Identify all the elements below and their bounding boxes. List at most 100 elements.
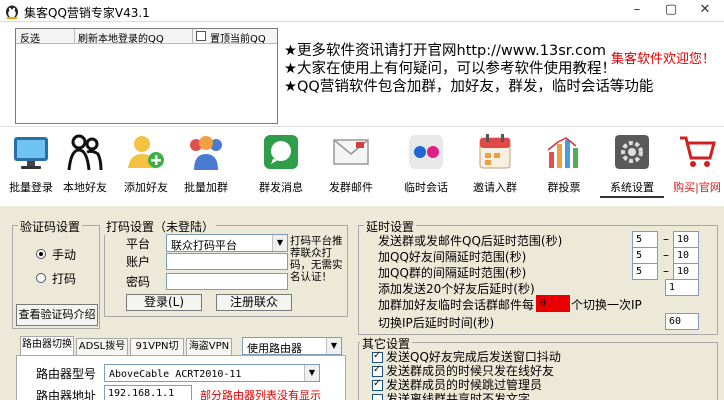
account-input[interactable] xyxy=(166,253,288,270)
network-mode-select[interactable]: 使用路由器 ▼ xyxy=(242,337,342,355)
captcha-manual-label: 手动 xyxy=(52,248,77,262)
captcha-manual-radio[interactable] xyxy=(36,249,46,259)
toolbar-label: 临时会话 xyxy=(404,181,448,194)
toolbar-buy-official-site[interactable]: 购买|官网 xyxy=(666,127,724,199)
login-button[interactable]: 登录(L) xyxy=(126,294,202,311)
captcha-intro-button[interactable]: 查看验证码介绍 xyxy=(16,304,98,326)
toolbar-add-friend[interactable]: 添加好友 xyxy=(115,127,177,199)
mail-icon xyxy=(333,139,369,165)
captcha-coding-radio[interactable] xyxy=(36,273,46,283)
delay-add-friend-to[interactable] xyxy=(673,247,699,264)
captcha-coding-label: 打码 xyxy=(52,272,77,286)
router-address-input[interactable] xyxy=(104,385,192,400)
password-input[interactable] xyxy=(166,273,288,290)
delay-after-20-input[interactable] xyxy=(665,279,699,296)
switch-ip-prefix: 加群加好友临时会话群邮件每 xyxy=(378,298,535,312)
router-model-label: 路由器型号 xyxy=(36,367,97,381)
register-button[interactable]: 注册联众 xyxy=(216,294,292,311)
column-divider xyxy=(74,29,75,44)
check-shake-window[interactable] xyxy=(372,350,383,363)
tab-91vpn[interactable]: 91VPN切换 xyxy=(130,338,184,368)
window-title: 集客QQ营销专家V43.1 xyxy=(24,6,150,20)
switch-ip-count-input[interactable] xyxy=(536,295,570,312)
column-refresh-local-qq[interactable]: 刷新本地登录的QQ xyxy=(78,30,164,45)
top-area: 反选 刷新本地登录的QQ 置顶当前QQ ★更多软件资讯请打开官网http://w… xyxy=(0,22,724,126)
chat-icon xyxy=(264,135,298,169)
maximize-button[interactable]: ▢ xyxy=(654,0,688,22)
account-label: 账户 xyxy=(126,255,151,269)
chevron-down-icon: ▼ xyxy=(304,365,319,381)
range-dash: – xyxy=(663,248,669,262)
chevron-down-icon: ▼ xyxy=(326,338,341,354)
tab-adsl-dial[interactable]: ADSL拨号 xyxy=(76,338,128,355)
router-model-select[interactable]: AboveCable ACRT2010-11 ▼ xyxy=(104,364,320,382)
toolbar-invite-group[interactable]: 邀请入群 xyxy=(464,127,526,199)
column-invert-select[interactable]: 反选 xyxy=(20,30,40,45)
toolbar-label: 系统设置 xyxy=(610,181,654,194)
tab-router-switch[interactable]: 路由器切换 xyxy=(20,336,74,355)
delay-send-from[interactable] xyxy=(632,231,658,248)
delay-send-to[interactable] xyxy=(673,231,699,248)
flickr-icon xyxy=(409,135,443,169)
captcha-settings-title: 验证码设置 xyxy=(18,218,83,235)
toolbar-label: 群投票 xyxy=(547,181,581,194)
title-bar: 集客QQ营销专家V43.1 – ▢ ✕ xyxy=(0,0,724,22)
platform-label: 平台 xyxy=(126,237,151,251)
close-button[interactable]: ✕ xyxy=(688,0,722,22)
toolbar-label: 发群邮件 xyxy=(329,181,373,194)
coding-settings-title: 打码设置（未登陆） xyxy=(104,218,217,235)
network-mode-value: 使用路由器 xyxy=(247,342,302,355)
toolbar-group-vote[interactable]: 群投票 xyxy=(533,127,595,199)
delay-add-friend-from[interactable] xyxy=(632,247,658,264)
people-outline-icon xyxy=(67,134,103,171)
platform-select-value: 联众打码平台 xyxy=(171,239,237,252)
toolbar-local-friends[interactable]: 本地好友 xyxy=(54,127,116,199)
toolbar-label: 邀请入群 xyxy=(473,181,517,194)
toolbar-temp-session[interactable]: 临时会话 xyxy=(395,127,457,199)
toolbar-label: 本地好友 xyxy=(63,181,107,194)
cart-icon xyxy=(680,136,716,167)
check-no-text-label: 发送离线群共享时不发文字 xyxy=(386,392,531,400)
active-tool-indicator xyxy=(600,196,664,198)
delay-join-group-from[interactable] xyxy=(632,263,658,280)
toolbar-label: 购买|官网 xyxy=(673,181,721,194)
range-dash: – xyxy=(663,264,669,278)
router-model-value: AboveCable ACRT2010-11 xyxy=(109,369,242,380)
ip-delay-label: 切换IP后延时时间(秒) xyxy=(378,316,495,330)
qq-account-list[interactable]: 反选 刷新本地登录的QQ 置顶当前QQ xyxy=(15,28,278,124)
toolbar-batch-join-group[interactable]: 批量加群 xyxy=(175,127,237,199)
delay-send-label: 发送群或发邮件QQ后延时范围(秒) xyxy=(378,234,563,248)
info-line: ★QQ营销软件包含加群，加好友，群发，临时会话等功能 xyxy=(284,79,654,95)
toolbar-mass-message[interactable]: 群发消息 xyxy=(250,127,312,199)
main-toolbar: 批量登录 本地好友 添加好友 批量加群 群发消息 发群邮件 临时会话 邀请入群 … xyxy=(0,126,724,206)
toolbar-label: 批量登录 xyxy=(9,181,53,194)
ip-delay-input[interactable] xyxy=(665,313,699,330)
toolbar-system-settings[interactable]: 系统设置 xyxy=(601,127,663,199)
platform-select[interactable]: 联众打码平台 ▼ xyxy=(166,234,288,252)
delay-after-20-label: 添加发送20个好友后延时(秒) xyxy=(378,282,535,296)
app-penguin-icon xyxy=(6,5,18,19)
router-address-label: 路由器地址 xyxy=(36,389,97,400)
toolbar-label: 添加好友 xyxy=(124,181,168,194)
check-no-text[interactable] xyxy=(372,394,383,400)
toolbar-group-mail[interactable]: 发群邮件 xyxy=(320,127,382,199)
range-dash: – xyxy=(663,232,669,246)
minimize-button[interactable]: – xyxy=(620,0,654,22)
chevron-down-icon: ▼ xyxy=(272,235,287,251)
group-icon xyxy=(190,136,222,170)
welcome-text: 集客软件欢迎您！ xyxy=(611,52,716,67)
check-online-only[interactable] xyxy=(372,364,383,377)
toolbar-batch-login[interactable]: 批量登录 xyxy=(0,127,62,199)
toolbar-label: 群发消息 xyxy=(259,181,303,194)
column-divider xyxy=(192,29,193,44)
check-skip-admin[interactable] xyxy=(372,378,383,391)
switch-ip-suffix: 个切换一次IP xyxy=(571,298,642,312)
password-label: 密码 xyxy=(126,275,151,289)
pin-current-qq-checkbox[interactable] xyxy=(196,31,206,41)
tab-pirate-vpn[interactable]: 海盗VPN xyxy=(186,338,232,355)
settings-icon xyxy=(615,135,649,169)
delay-join-group-to[interactable] xyxy=(673,263,699,280)
list-header: 反选 刷新本地登录的QQ 置顶当前QQ xyxy=(16,29,277,45)
coding-note: 打码平台推荐联众打码，无需实名认证！ xyxy=(290,235,343,283)
bar-chart-icon xyxy=(547,137,578,168)
